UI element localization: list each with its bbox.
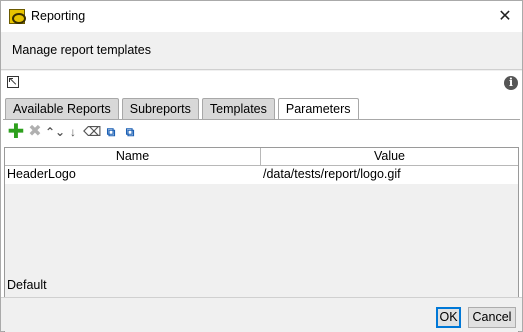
- remove-icon[interactable]: ✖: [26, 123, 44, 141]
- move-down-icon[interactable]: ↓: [64, 123, 82, 141]
- reporting-dialog: Reporting ✕ Manage report templates i Av…: [0, 0, 523, 332]
- parameters-toolbar: ✚ ✖ ⌃⌄ ↓ ⌫ ⧉ ⧉: [7, 122, 140, 142]
- cell-name[interactable]: HeaderLogo: [5, 166, 261, 184]
- move-up-icon[interactable]: ⌃⌄: [45, 123, 65, 141]
- column-header-value[interactable]: Value: [261, 148, 518, 166]
- header-text: Manage report templates: [12, 43, 151, 57]
- paste-icon[interactable]: ⧉: [121, 123, 139, 141]
- add-icon[interactable]: ✚: [7, 122, 25, 142]
- table-row[interactable]: HeaderLogo /data/tests/report/logo.gif: [5, 166, 518, 184]
- tab-available-reports[interactable]: Available Reports: [5, 98, 119, 119]
- expand-icon[interactable]: [7, 76, 19, 88]
- close-button[interactable]: ✕: [488, 1, 522, 32]
- cell-value[interactable]: /data/tests/report/logo.gif: [261, 166, 518, 184]
- tab-subreports[interactable]: Subreports: [121, 98, 199, 119]
- tab-divider: [3, 119, 520, 120]
- ok-button[interactable]: OK: [436, 307, 461, 328]
- copy-icon[interactable]: ⧉: [102, 123, 120, 141]
- info-icon[interactable]: i: [504, 76, 518, 90]
- eraser-icon[interactable]: ⌫: [83, 123, 101, 141]
- tab-strip: Available Reports Subreports Templates P…: [5, 98, 362, 120]
- title-bar: Reporting ✕: [1, 1, 522, 32]
- tab-templates[interactable]: Templates: [201, 98, 275, 119]
- report-app-icon: [9, 9, 26, 24]
- default-label: Default: [7, 278, 47, 292]
- tab-parameters[interactable]: Parameters: [277, 98, 359, 120]
- table-header: Name Value: [5, 148, 518, 166]
- column-header-name[interactable]: Name: [5, 148, 261, 166]
- dialog-header: Manage report templates: [1, 32, 522, 70]
- dialog-footer: OK Cancel: [1, 297, 522, 331]
- window-title: Reporting: [31, 9, 86, 23]
- dialog-body: i Available Reports Subreports Templates…: [1, 71, 522, 332]
- cancel-button[interactable]: Cancel: [468, 307, 516, 328]
